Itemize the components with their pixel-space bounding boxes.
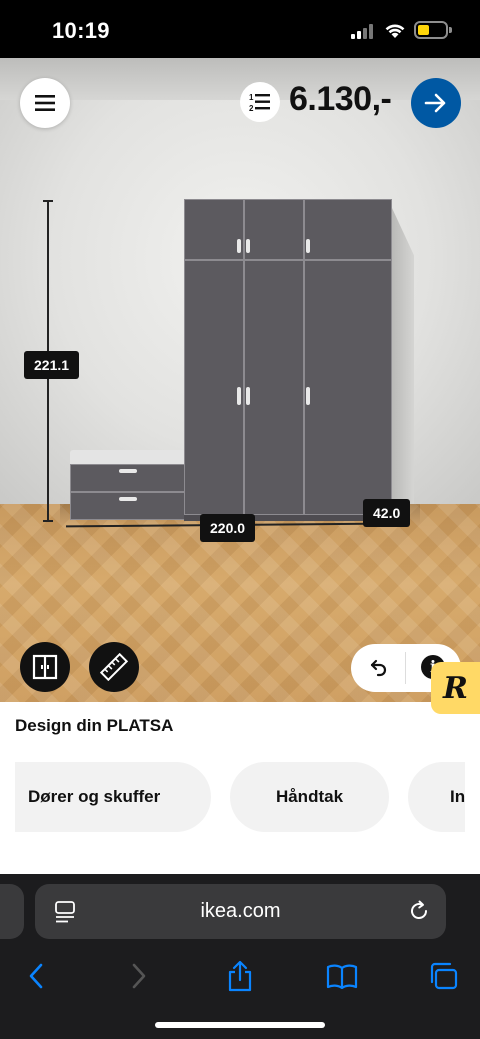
chevron-left-icon (29, 963, 43, 989)
forward-button[interactable] (119, 956, 159, 996)
door-handle (237, 387, 241, 405)
lower-door-middle[interactable] (244, 260, 304, 515)
height-dimension-label: 221.1 (24, 351, 80, 379)
door-handle (306, 387, 310, 405)
room-scene[interactable]: 221.1 220.0 42.0 1 2 6.130,- (0, 58, 480, 702)
numbered-list-icon: 1 2 (249, 93, 270, 113)
menu-icon (35, 95, 55, 111)
room-ceiling (0, 58, 480, 100)
panel-title: Design din PLATSA (15, 716, 174, 735)
shopping-list-button[interactable]: 1 2 (240, 82, 280, 122)
ruler-icon (100, 653, 128, 681)
r-extension-badge[interactable]: R (431, 662, 480, 714)
door-icon (32, 654, 58, 680)
depth-dimension-label: 42.0 (363, 499, 411, 527)
chip-interior[interactable]: In (408, 762, 465, 832)
upper-door-right[interactable] (304, 199, 392, 260)
home-indicator[interactable] (155, 1022, 325, 1028)
bookmarks-button[interactable] (322, 956, 362, 996)
door-handle (237, 239, 241, 253)
wardrobe-unit[interactable] (184, 199, 392, 521)
status-time: 10:19 (52, 18, 110, 43)
address-bar[interactable]: ikea.com (35, 884, 446, 939)
previous-tab[interactable] (0, 884, 24, 939)
door-handle (306, 239, 310, 253)
category-chips: Dører og skuffer Håndtak In (15, 762, 465, 832)
drawer-top[interactable] (70, 464, 186, 492)
svg-text:2: 2 (249, 104, 254, 113)
tabs-icon (430, 962, 458, 990)
chip-doors-drawers[interactable]: Dører og skuffer (15, 762, 211, 832)
r-logo-icon: R (443, 670, 468, 706)
undo-button[interactable] (365, 654, 393, 682)
back-button[interactable] (16, 956, 56, 996)
total-price: 6.130,- (289, 80, 392, 118)
battery-icon (414, 21, 452, 39)
tabs-button[interactable] (423, 956, 463, 996)
door-handle (246, 239, 250, 253)
toggle-doors-button[interactable] (20, 642, 70, 692)
chevron-right-icon (132, 963, 146, 989)
next-step-button[interactable] (411, 78, 461, 128)
arrow-right-icon (424, 93, 446, 113)
chip-handles[interactable]: Håndtak (230, 762, 389, 832)
book-icon (326, 964, 358, 989)
upper-door-left[interactable] (184, 199, 244, 260)
share-button[interactable] (220, 956, 260, 996)
undo-icon (370, 659, 387, 677)
url-text: ikea.com (200, 900, 281, 922)
signal-icon (351, 24, 375, 39)
toggle-measurements-button[interactable] (89, 642, 139, 692)
reload-icon[interactable] (407, 899, 431, 923)
browser-toolbar: ikea.com (0, 874, 480, 1039)
wifi-icon (385, 24, 405, 38)
menu-button[interactable] (20, 78, 70, 128)
width-dimension-label: 220.0 (200, 514, 256, 542)
lower-door-right[interactable] (304, 260, 392, 515)
upper-door-middle[interactable] (244, 199, 304, 260)
ikea-planner-page: 10:19 221.1 220.0 42.0 1 2 6.130,- R Des… (0, 0, 480, 1039)
drawer-unit[interactable] (70, 450, 186, 522)
status-bar: 10:19 (0, 0, 480, 58)
door-handle (246, 387, 250, 405)
lower-door-left[interactable] (184, 260, 244, 515)
drawer-bottom[interactable] (70, 492, 186, 520)
svg-text:1: 1 (249, 93, 254, 102)
share-icon (228, 960, 252, 992)
